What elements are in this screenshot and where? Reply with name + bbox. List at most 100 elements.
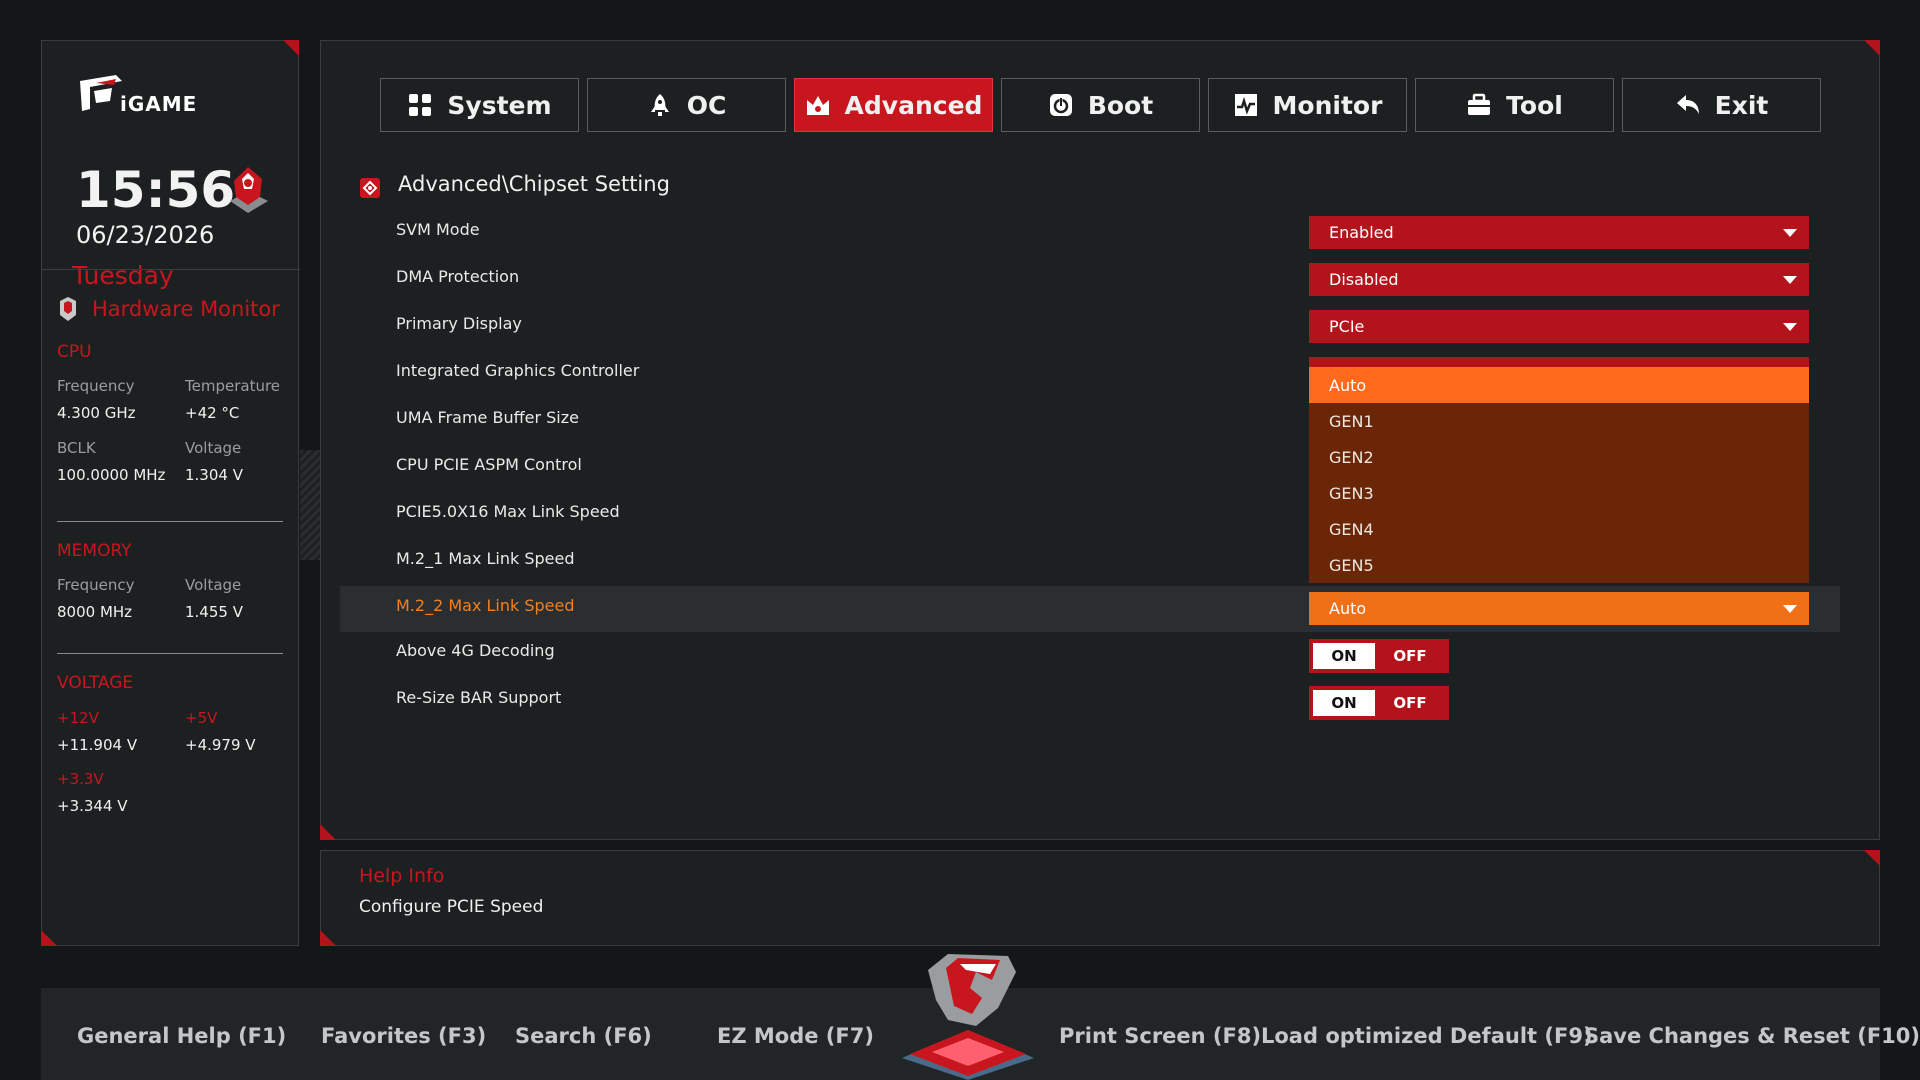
tab-exit[interactable]: Exit <box>1622 78 1821 132</box>
return-arrow-icon <box>1676 95 1699 114</box>
setting-above-4g-decoding[interactable]: Above 4G Decoding <box>396 641 555 660</box>
option-gen4[interactable]: GEN4 <box>1309 511 1809 547</box>
toggle-on[interactable]: ON <box>1313 643 1375 669</box>
cpu-voltage-label: Voltage <box>185 439 242 457</box>
chevron-down-icon <box>1783 276 1797 284</box>
toggle-off[interactable]: OFF <box>1375 647 1445 665</box>
clock-weekday: Tuesday <box>72 261 174 290</box>
general-help-button[interactable]: General Help (F1) <box>77 1024 286 1048</box>
option-gen1[interactable]: GEN1 <box>1309 403 1809 439</box>
print-screen-button[interactable]: Print Screen (F8) <box>1059 1024 1261 1048</box>
main-panel: System OC Advanced Boot Monitor Tool Exi… <box>320 40 1880 840</box>
setting-integrated-graphics[interactable]: Integrated Graphics Controller <box>396 361 639 380</box>
robot-mascot-icon <box>230 167 268 213</box>
v33-label: +3.3V <box>57 770 104 788</box>
dma-protection-dropdown[interactable]: Disabled <box>1309 263 1809 296</box>
divider <box>42 269 300 270</box>
primary-display-dropdown[interactable]: PCIe <box>1309 310 1809 343</box>
option-gen3[interactable]: GEN3 <box>1309 475 1809 511</box>
setting-pcie5-max-link-speed[interactable]: PCIE5.0X16 Max Link Speed <box>396 502 620 521</box>
tab-system[interactable]: System <box>380 78 579 132</box>
tab-monitor[interactable]: Monitor <box>1208 78 1407 132</box>
help-title: Help Info <box>359 865 445 887</box>
favorites-button[interactable]: Favorites (F3) <box>321 1024 486 1048</box>
sidebar-panel: iGAME 15:56 06/23/2026 Tuesday Hardware … <box>41 40 300 946</box>
breadcrumb: Advanced\Chipset Setting <box>398 172 670 196</box>
help-panel: Help Info Configure PCIE Speed <box>320 850 1880 946</box>
dropdown-value: PCIe <box>1329 317 1365 336</box>
tab-label: System <box>447 90 552 120</box>
tab-tool[interactable]: Tool <box>1415 78 1614 132</box>
cpu-voltage-value: 1.304 V <box>185 466 243 484</box>
chevron-down-icon <box>1783 605 1797 613</box>
setting-dma-protection[interactable]: DMA Protection <box>396 267 519 286</box>
pulse-icon <box>1234 94 1257 116</box>
search-button[interactable]: Search (F6) <box>515 1024 652 1048</box>
toggle-on[interactable]: ON <box>1313 690 1375 716</box>
help-text: Configure PCIE Speed <box>359 897 544 917</box>
tab-bar: System OC Advanced Boot Monitor Tool Exi… <box>380 78 1821 132</box>
setting-m2-1-max-link-speed[interactable]: M.2_1 Max Link Speed <box>396 549 575 568</box>
setting-m2-2-max-link-speed[interactable]: M.2_2 Max Link Speed <box>396 596 575 615</box>
v33-value: +3.344 V <box>57 797 128 815</box>
cpu-frequency-label: Frequency <box>57 377 135 395</box>
m2-2-link-speed-dropdown[interactable]: Auto <box>1309 592 1809 625</box>
above-4g-decoding-toggle[interactable]: ON OFF <box>1309 639 1449 673</box>
option-gen5[interactable]: GEN5 <box>1309 547 1809 583</box>
rocket-icon <box>650 94 669 116</box>
igame-logo: iGAME <box>80 75 196 116</box>
clock-time: 15:56 <box>76 161 236 219</box>
save-reset-button[interactable]: Save Changes & Reset (F10) <box>1584 1024 1920 1048</box>
memory-heading: MEMORY <box>57 541 132 561</box>
v12-label: +12V <box>57 709 99 727</box>
hardware-monitor-title: Hardware Monitor <box>92 297 280 321</box>
tab-boot[interactable]: Boot <box>1001 78 1200 132</box>
chevron-down-icon <box>1783 323 1797 331</box>
setting-primary-display[interactable]: Primary Display <box>396 314 522 333</box>
memory-frequency-label: Frequency <box>57 576 135 594</box>
divider <box>57 653 283 654</box>
cpu-bclk-value: 100.0000 MHz <box>57 466 166 484</box>
clock-date: 06/23/2026 <box>76 221 215 249</box>
tab-label: Boot <box>1087 90 1154 120</box>
divider <box>57 521 283 522</box>
toolbox-icon <box>1468 93 1491 115</box>
tab-label: Advanced <box>844 90 983 120</box>
option-auto[interactable]: Auto <box>1309 367 1809 403</box>
dropdown-value: Enabled <box>1329 223 1394 242</box>
crown-icon <box>806 96 829 115</box>
tab-label: OC <box>686 90 727 120</box>
load-defaults-button[interactable]: Load optimized Default (F9) <box>1261 1024 1593 1048</box>
memory-voltage-value: 1.455 V <box>185 603 243 621</box>
cpu-heading: CPU <box>57 342 92 362</box>
toggle-off[interactable]: OFF <box>1375 694 1445 712</box>
ez-mode-button[interactable]: EZ Mode (F7) <box>717 1024 874 1048</box>
memory-voltage-label: Voltage <box>185 576 242 594</box>
tab-label: Exit <box>1714 90 1769 120</box>
dropdown-value: Auto <box>1329 599 1367 618</box>
cpu-frequency-value: 4.300 GHz <box>57 404 136 422</box>
resize-bar-toggle[interactable]: ON OFF <box>1309 686 1449 720</box>
tab-oc[interactable]: OC <box>587 78 786 132</box>
setting-svm-mode[interactable]: SVM Mode <box>396 220 480 239</box>
setting-cpu-pcie-aspm[interactable]: CPU PCIE ASPM Control <box>396 455 582 474</box>
hardware-monitor-icon <box>60 297 76 321</box>
svm-mode-dropdown[interactable]: Enabled <box>1309 216 1809 249</box>
power-icon <box>1049 94 1072 116</box>
option-gen2[interactable]: GEN2 <box>1309 439 1809 475</box>
memory-frequency-value: 8000 MHz <box>57 603 133 621</box>
cpu-bclk-label: BCLK <box>57 439 96 457</box>
setting-uma-frame-buffer[interactable]: UMA Frame Buffer Size <box>396 408 579 427</box>
v12-value: +11.904 V <box>57 736 138 754</box>
link-speed-options-list: Auto GEN1 GEN2 GEN3 GEN4 GEN5 <box>1309 357 1809 583</box>
tab-label: Tool <box>1506 90 1563 120</box>
chipset-icon <box>360 178 380 198</box>
tab-advanced[interactable]: Advanced <box>794 78 993 132</box>
igame-emblem-icon <box>902 954 1034 1080</box>
cpu-temperature-value: +42 °C <box>185 404 240 422</box>
panel-decoration <box>300 450 322 560</box>
voltage-heading: VOLTAGE <box>57 673 134 693</box>
tab-label: Monitor <box>1272 90 1383 120</box>
setting-resize-bar[interactable]: Re-Size BAR Support <box>396 688 561 707</box>
v5-value: +4.979 V <box>185 736 256 754</box>
